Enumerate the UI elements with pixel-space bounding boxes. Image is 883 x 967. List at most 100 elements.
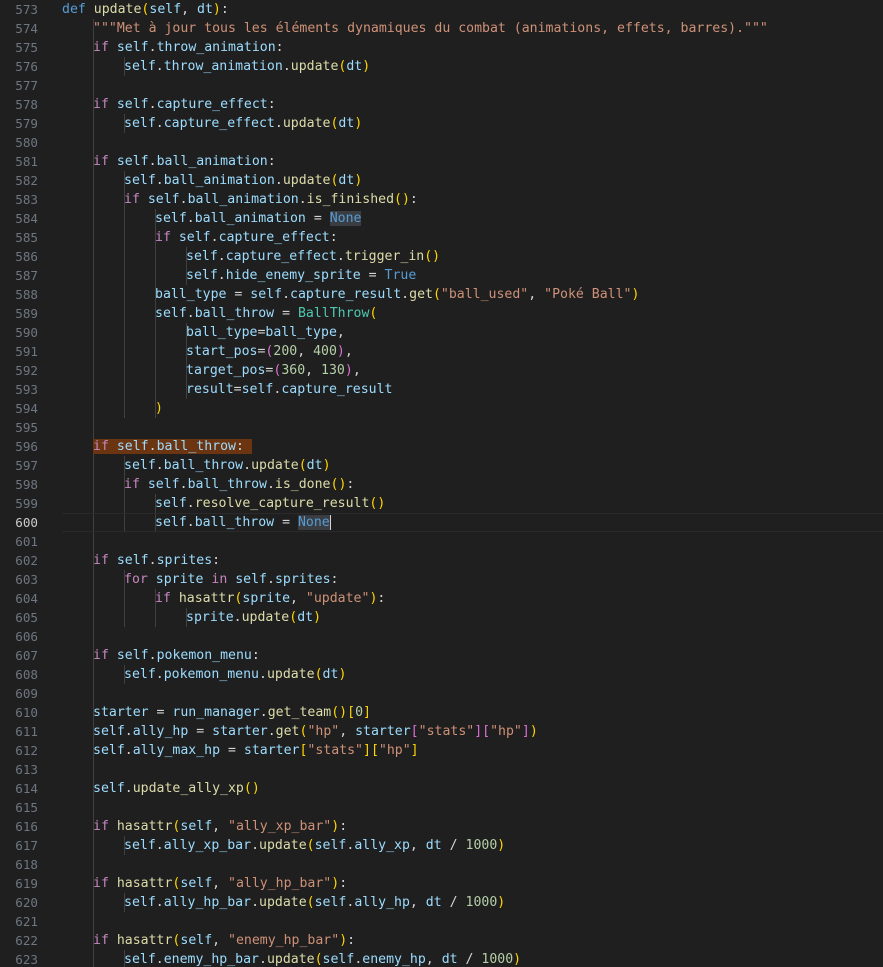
code-token: self — [93, 724, 125, 739]
code-line[interactable]: 578 if self.capture_effect: — [0, 95, 883, 114]
code-token: , — [409, 838, 426, 853]
code-line[interactable]: 602 if self.sprites: — [0, 551, 883, 570]
code-token: . — [179, 192, 188, 207]
code-token: . — [148, 97, 157, 112]
code-token: self — [155, 211, 187, 226]
code-line[interactable]: 607 if self.pokemon_menu: — [0, 646, 883, 665]
code-token: ally_hp — [354, 895, 410, 910]
code-line[interactable]: 622 if hasattr(self, "enemy_hp_bar"): — [0, 931, 883, 950]
indent-guide — [155, 323, 156, 342]
code-line[interactable]: 596 if self.ball_throw: — [0, 437, 883, 456]
code-line[interactable]: 597 self.ball_throw.update(dt) — [0, 456, 883, 475]
code-line[interactable]: 575 if self.throw_animation: — [0, 38, 883, 57]
code-token: self — [116, 40, 149, 55]
code-line[interactable]: 590 ball_type=ball_type, — [0, 323, 883, 342]
code-line[interactable]: 620 self.ally_hp_bar.update(self.ally_hp,… — [0, 893, 883, 912]
code-line[interactable]: 623 self.enemy_hp_bar.update(self.enemy_h… — [0, 950, 883, 967]
code-token: 130 — [321, 363, 345, 378]
code-text: if self.capture_effect: — [155, 228, 338, 247]
code-token: capture_effect — [163, 116, 275, 131]
code-token: ] — [474, 724, 483, 739]
code-line[interactable]: 608 self.pokemon_menu.update(dt) — [0, 665, 883, 684]
code-line[interactable]: 593 result=self.capture_result — [0, 380, 883, 399]
code-line[interactable]: 580 — [0, 133, 883, 152]
code-token: dt — [346, 59, 363, 74]
code-token: ally_hp_bar — [163, 895, 252, 910]
code-line[interactable]: 616 if hasattr(self, "ally_xp_bar"): — [0, 817, 883, 836]
code-text: starter = run_manager.get_team()[0] — [93, 703, 371, 722]
line-number: 609 — [15, 686, 38, 701]
code-token: . — [155, 116, 164, 131]
code-token: ball_animation — [156, 154, 268, 169]
code-token: if — [93, 97, 109, 112]
code-token: dt — [425, 838, 442, 853]
indent-guide — [93, 399, 94, 418]
code-line[interactable]: 576 self.throw_animation.update(dt) — [0, 57, 883, 76]
code-token: self — [93, 743, 125, 758]
code-line[interactable]: 617 self.ally_xp_bar.update(self.ally_xp,… — [0, 836, 883, 855]
code-line[interactable]: 612 self.ally_max_hp = starter["stats"]["… — [0, 741, 883, 760]
code-line[interactable]: 581 if self.ball_animation: — [0, 152, 883, 171]
code-line[interactable]: 609 — [0, 684, 883, 703]
code-line[interactable]: 611 self.ally_hp = starter.get("hp", star… — [0, 722, 883, 741]
code-line[interactable]: 595 — [0, 418, 883, 437]
code-line[interactable]: 594) — [0, 399, 883, 418]
code-token: pokemon_menu — [156, 648, 252, 663]
code-line[interactable]: 591 start_pos=(200, 400), — [0, 342, 883, 361]
line-number: 623 — [15, 952, 38, 967]
code-line[interactable]: 600 self.ball_throw = None — [0, 513, 883, 532]
code-line[interactable]: 619 if hasattr(self, "ally_hp_bar"): — [0, 874, 883, 893]
line-number: 578 — [15, 97, 38, 112]
code-line[interactable]: 584 self.ball_animation = None — [0, 209, 883, 228]
code-line[interactable]: 621 — [0, 912, 883, 931]
code-token: self — [186, 249, 218, 264]
code-token: run_manager — [172, 705, 260, 720]
code-line[interactable]: 598 if self.ball_throw.is_done(): — [0, 475, 883, 494]
code-line[interactable]: 618 — [0, 855, 883, 874]
code-line[interactable]: 586 self.capture_effect.trigger_in() — [0, 247, 883, 266]
code-token: : — [339, 876, 348, 891]
code-editor[interactable]: 573 def update(self, dt): 574 """Met à jour… — [0, 0, 883, 967]
code-line[interactable]: 606 — [0, 627, 883, 646]
code-token: . — [186, 496, 195, 511]
code-line[interactable]: 582 self.ball_animation.update(dt) — [0, 171, 883, 190]
code-token: self — [124, 952, 156, 967]
code-token: ) — [354, 173, 363, 188]
code-token: ] — [363, 743, 371, 758]
code-line[interactable]: 615 — [0, 798, 883, 817]
code-line[interactable]: 585 if self.capture_effect: — [0, 228, 883, 247]
code-line[interactable]: 603 for sprite in self.sprites: — [0, 570, 883, 589]
code-line[interactable]: 583 if self.ball_animation.is_finished(): — [0, 190, 883, 209]
code-line[interactable]: 588 ball_type = self.capture_result.get("… — [0, 285, 883, 304]
code-line[interactable]: 592 target_pos=(360, 130), — [0, 361, 883, 380]
code-token: self — [186, 268, 218, 283]
line-number: 593 — [15, 382, 38, 397]
code-line[interactable]: 604 if hasattr(sprite, "update"): — [0, 589, 883, 608]
code-line[interactable]: 605 sprite.update(dt) — [0, 608, 883, 627]
code-token: self — [314, 838, 347, 853]
code-text: self.resolve_capture_result() — [155, 494, 393, 513]
code-line[interactable]: 573 def update(self, dt): — [0, 0, 883, 19]
code-token: starter — [93, 705, 149, 720]
code-line[interactable]: 574 """Met à jour tous les éléments dynam… — [0, 19, 883, 38]
code-line[interactable]: 579 self.capture_effect.update(dt) — [0, 114, 883, 133]
code-line[interactable]: 587 self.hide_enemy_sprite = True — [0, 266, 883, 285]
code-token: ( — [314, 667, 323, 682]
code-line[interactable]: 614 self.update_ally_xp() — [0, 779, 883, 798]
code-token: . — [274, 116, 283, 131]
code-line[interactable]: 589 self.ball_throw = BallThrow( — [0, 304, 883, 323]
code-line[interactable]: 599 self.resolve_capture_result() — [0, 494, 883, 513]
code-line[interactable]: 613 — [0, 760, 883, 779]
line-number: 581 — [15, 154, 38, 169]
code-token: throw_animation — [156, 40, 276, 55]
code-token: . — [259, 705, 268, 720]
code-line[interactable]: 601 — [0, 532, 883, 551]
code-token: "ally_xp_bar" — [228, 819, 332, 834]
code-line[interactable]: 610 starter = run_manager.get_team()[0] — [0, 703, 883, 722]
code-token: self — [314, 895, 347, 910]
code-token: dt — [425, 895, 442, 910]
code-token: get_team — [267, 705, 332, 720]
code-token: = — [360, 268, 385, 283]
code-line[interactable]: 577 — [0, 76, 883, 95]
